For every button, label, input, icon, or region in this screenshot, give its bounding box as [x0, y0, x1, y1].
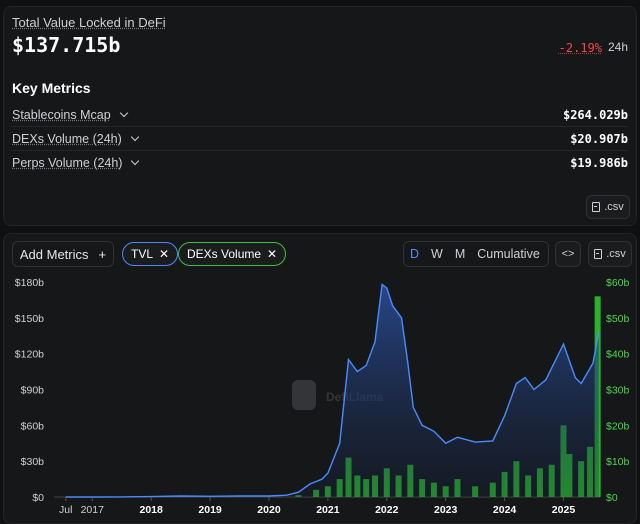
period-weekly[interactable]: W [425, 247, 449, 261]
defillama-logo [292, 380, 316, 410]
metric-label: Stablecoins Mcap [12, 108, 128, 122]
tvl-panel: Total Value Locked in DeFi $137.715b -2.… [3, 6, 637, 226]
chart-toolbar: Add Metrics + TVL ✕ DEXs Volume ✕ D W M Cum… [12, 241, 632, 267]
chart-area[interactable]: DefiLlama $0$30b$60b$90b$120b$150b$180b … [4, 274, 638, 524]
right-axis-tick-label: $40b [606, 349, 630, 361]
right-axis-tick-label: $20b [606, 420, 630, 432]
period-monthly[interactable]: M [449, 247, 471, 261]
tvl-dex-chart[interactable]: DefiLlama $0$30b$60b$90b$120b$150b$180b … [4, 274, 638, 524]
embed-button[interactable]: <> [555, 241, 581, 267]
chart-csv-button[interactable]: .csv [588, 241, 632, 267]
metric-row-stablecoins[interactable]: Stablecoins Mcap $264.029b [12, 103, 628, 127]
x-axis-tick-label: 2023 [434, 504, 458, 516]
right-axis-tick-label: $60b [606, 277, 630, 289]
tvl-metric-pill[interactable]: TVL ✕ [122, 242, 179, 266]
chevron-down-icon [131, 156, 140, 166]
left-axis-tick-label: $0 [32, 492, 44, 504]
chart-panel: Add Metrics + TVL ✕ DEXs Volume ✕ D W M Cum… [3, 233, 637, 524]
x-axis-tick-label: 2025 [552, 504, 576, 516]
file-icon [592, 202, 601, 212]
x-axis-tick-label: 2020 [257, 504, 281, 516]
tvl-value: $137.715b [12, 33, 121, 57]
code-icon: <> [561, 248, 575, 260]
x-axis-tick-label: 2024 [493, 504, 517, 516]
left-axis-tick-label: $120b [15, 349, 44, 361]
file-icon [594, 249, 603, 259]
metric-label: Perps Volume (24h) [12, 156, 140, 170]
x-axis-tick-label: 2022 [375, 504, 399, 516]
close-icon[interactable]: ✕ [159, 247, 169, 261]
right-axis-tick-label: $30b [606, 385, 630, 397]
chevron-down-icon [119, 108, 128, 117]
period-cumulative[interactable]: Cumulative [471, 247, 546, 261]
x-axis-tick-label: 2021 [316, 504, 340, 516]
x-axis-tick-label: 2018 [140, 504, 164, 516]
tvl-change: -2.19% [558, 41, 602, 55]
metric-row-perps-volume[interactable]: Perps Volume (24h) $19.986b [12, 151, 628, 175]
left-axis-tick-label: $90b [21, 385, 45, 397]
left-axis-tick-label: $150b [15, 313, 44, 325]
period-selector: D W M Cumulative [403, 241, 549, 267]
key-metrics-title: Key Metrics [12, 80, 91, 96]
chevron-down-icon [130, 132, 140, 141]
dexs-volume-metric-pill[interactable]: DEXs Volume ✕ [178, 242, 287, 266]
close-icon[interactable]: ✕ [267, 247, 277, 261]
metric-label: DEXs Volume (24h) [12, 132, 140, 146]
right-axis-tick-label: $50b [606, 313, 630, 325]
left-axis-tick-label: $30b [21, 456, 45, 468]
x-axis-tick-label: 2019 [198, 504, 222, 516]
left-axis-tick-label: $60b [21, 420, 45, 432]
metric-row-dexs-volume[interactable]: DEXs Volume (24h) $20.907b [12, 127, 628, 151]
csv-download-button[interactable]: .csv [586, 195, 630, 219]
right-axis-tick-label: $0 [606, 492, 618, 504]
metric-value: $264.029b [562, 107, 628, 122]
x-axis-tick-label: Jul [59, 504, 72, 516]
tvl-change-period: 24h [607, 40, 628, 54]
metric-value: $20.907b [570, 131, 628, 146]
metric-value: $19.986b [570, 156, 628, 170]
x-axis-tick-label: 2017 [81, 504, 105, 516]
add-metrics-button[interactable]: Add Metrics + [12, 241, 114, 267]
period-daily[interactable]: D [404, 247, 425, 261]
tvl-label: Total Value Locked in DeFi [12, 15, 166, 30]
plus-icon: + [98, 246, 107, 262]
right-axis-tick-label: $10b [606, 456, 630, 468]
left-axis-tick-label: $180b [15, 277, 44, 289]
